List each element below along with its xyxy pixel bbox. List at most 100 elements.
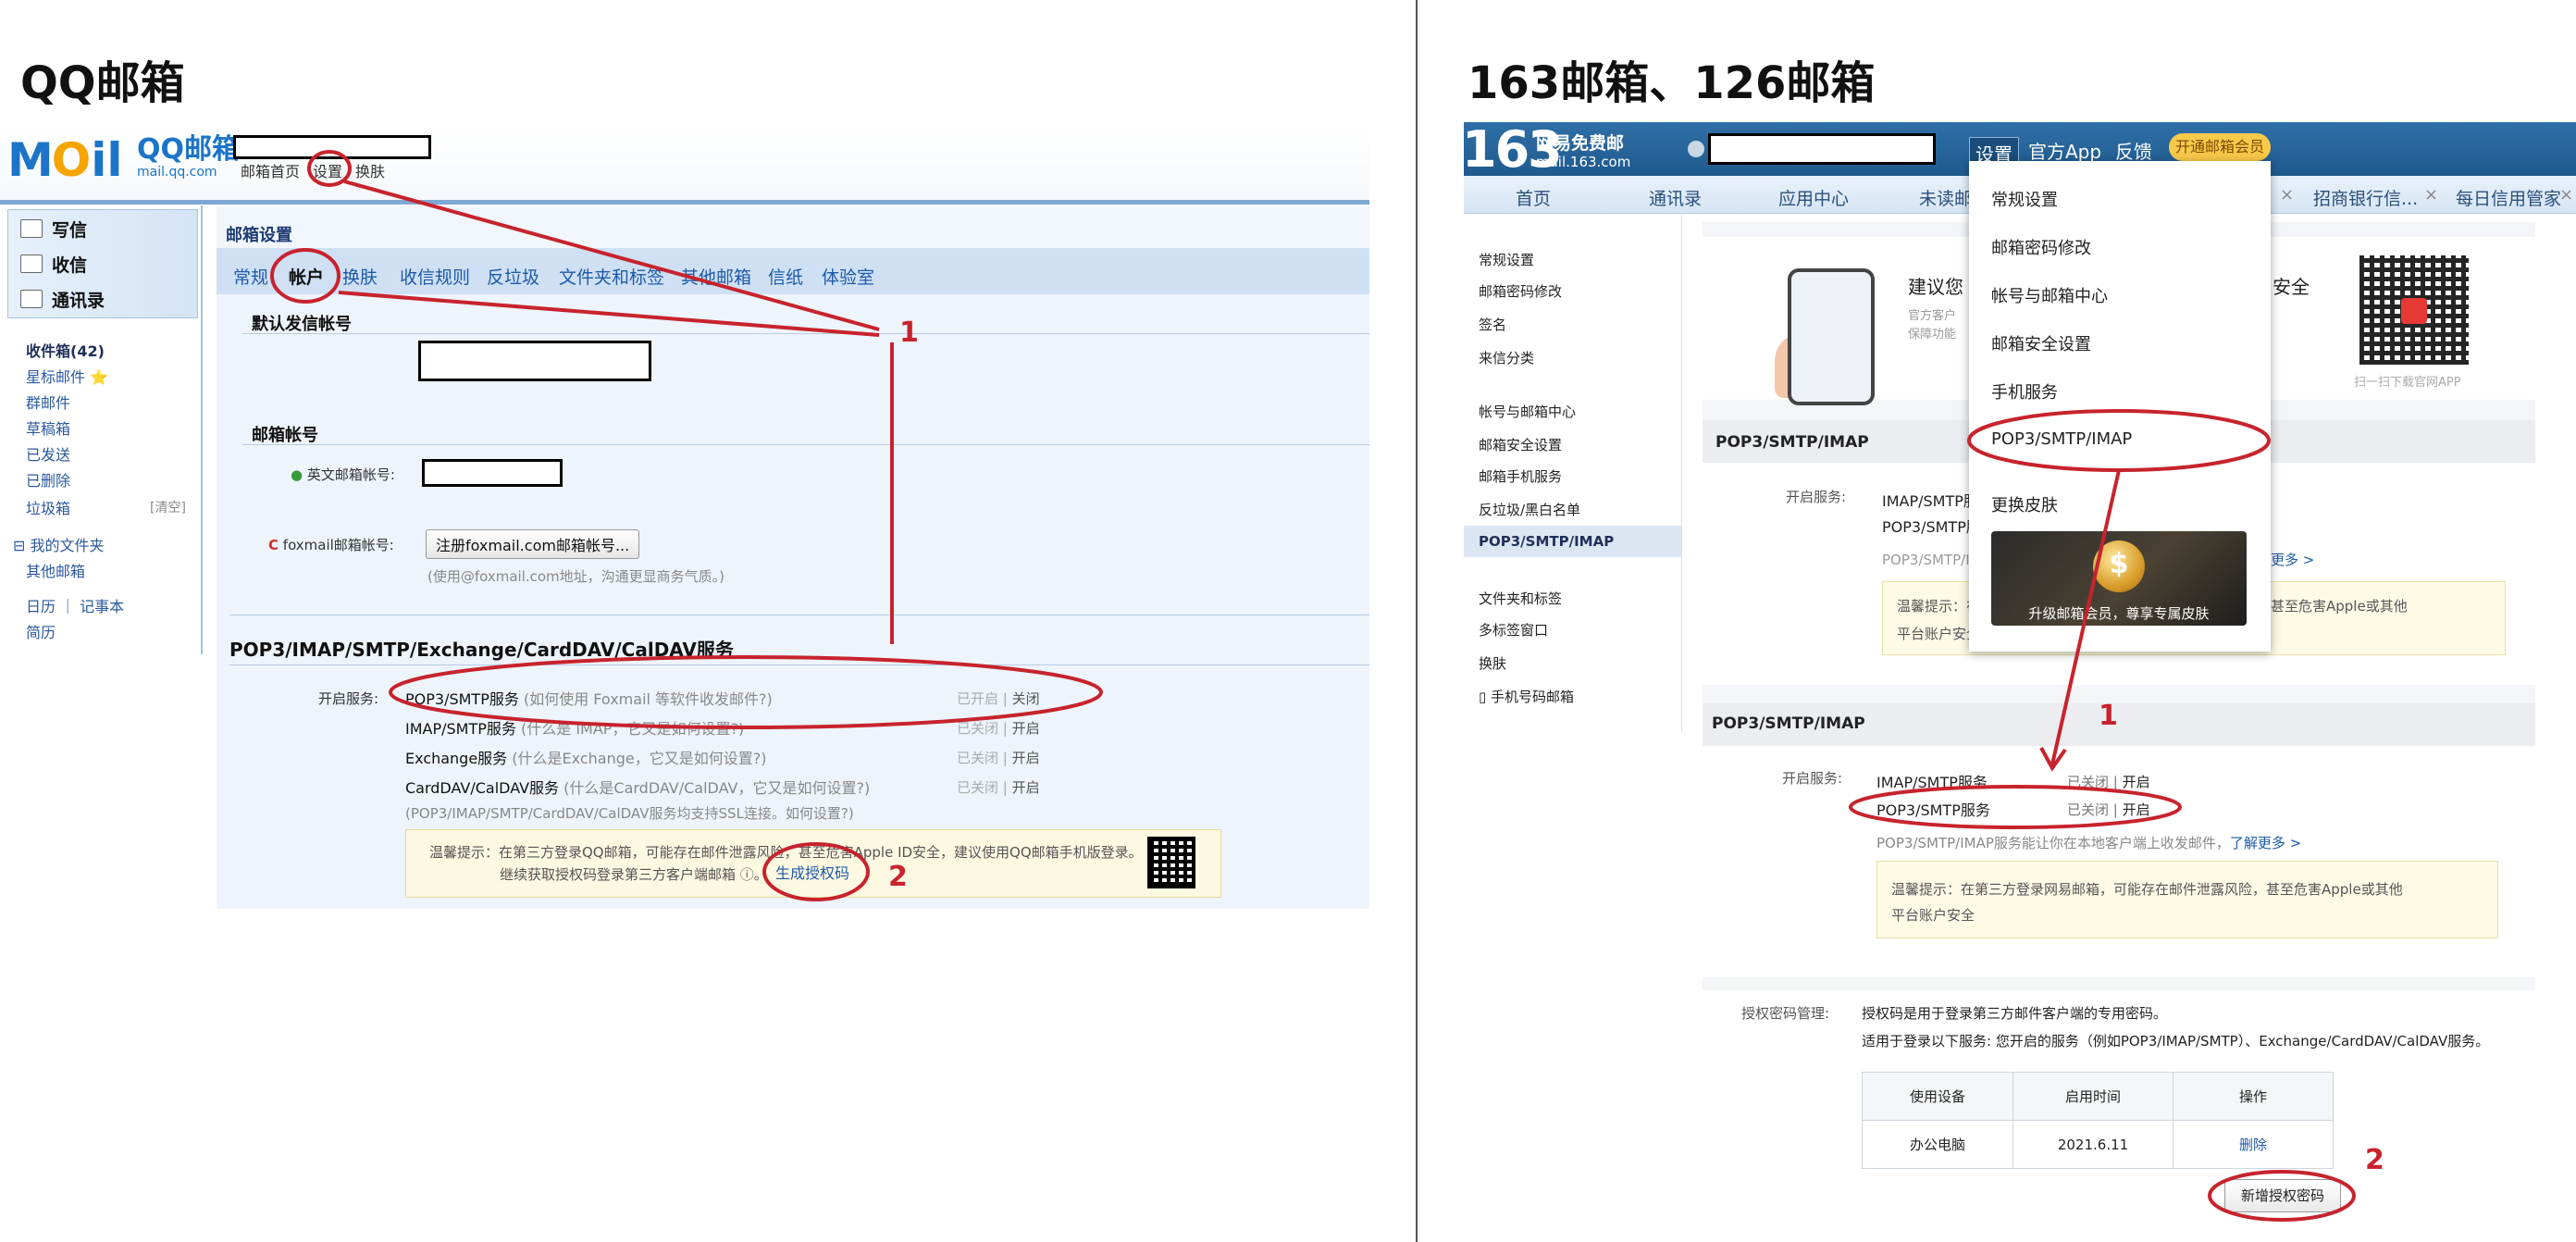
open-vip-button[interactable]: 开通邮箱会员	[2169, 133, 2271, 161]
bg-note: POP3/SMTP/I	[1882, 552, 1970, 568]
service-carddav-toggle[interactable]: 开启	[1012, 779, 1040, 796]
nav-antispam[interactable]: 反垃圾/黑白名单	[1479, 500, 1580, 519]
tab-skin[interactable]: 换肤	[342, 264, 378, 289]
divider	[229, 664, 1369, 665]
qq-qrcode-image	[1147, 837, 1195, 888]
nav-home-link[interactable]: 邮箱首页	[241, 163, 300, 180]
dropdown-password[interactable]: 邮箱密码修改	[1991, 235, 2091, 259]
nav-phone-mailbox[interactable]: ▯ 手机号码邮箱	[1479, 687, 1574, 706]
nav-classify[interactable]: 来信分类	[1479, 348, 1534, 367]
qq-section-title: QQ邮箱	[20, 57, 185, 109]
nav-pop3-smtp-imap[interactable]: POP3/SMTP/IMAP	[1479, 533, 1614, 550]
service-carddav-state: 已关闭 | 开启	[957, 779, 1040, 796]
service-exchange-state: 已关闭 | 开启	[957, 750, 1040, 766]
folder-inbox[interactable]: 收件箱(42)	[26, 339, 105, 361]
close-icon[interactable]: ×	[2280, 185, 2294, 205]
divider	[242, 444, 1369, 445]
tab-antispam[interactable]: 反垃圾	[487, 264, 539, 289]
close-icon[interactable]: ×	[2424, 185, 2438, 205]
table-cell-device: 办公电脑	[1862, 1120, 2013, 1169]
nav-password[interactable]: 邮箱密码修改	[1479, 281, 1562, 301]
tab-account[interactable]: 帐户	[289, 264, 324, 289]
tab-home[interactable]: 首页	[1516, 185, 1551, 210]
dropdown-security[interactable]: 邮箱安全设置	[1991, 331, 2091, 355]
tab-app-center[interactable]: 应用中心	[1778, 185, 1849, 210]
nav-general[interactable]: 常规设置	[1479, 250, 1534, 269]
add-auth-password-button[interactable]: 新增授权密码	[2224, 1179, 2341, 1212]
qq-warning-line1: 温馨提示：在第三方登录QQ邮箱，可能存在邮件泄露风险，甚至危害Apple ID安…	[429, 844, 1143, 861]
folder-calendar-notes[interactable]: 日历 ｜ 记事本	[26, 594, 124, 616]
compose-button[interactable]: 写信	[20, 217, 87, 242]
folder-group[interactable]: 群邮件	[26, 391, 70, 413]
annotation-step1-netease: 1	[2099, 700, 2118, 732]
warning-line1: 温馨提示：在第三方登录网易邮箱，可能存在邮件泄露风险，甚至危害Apple或其他	[1891, 881, 2403, 898]
enable-service-label: 开启服务:	[318, 690, 379, 707]
nav-security[interactable]: 邮箱安全设置	[1479, 435, 1562, 454]
folder-sent[interactable]: 已发送	[26, 442, 70, 465]
close-icon[interactable]: ×	[2559, 185, 2573, 205]
folder-deleted[interactable]: 已删除	[26, 468, 70, 491]
nav-skin-link[interactable]: 换肤	[355, 163, 385, 180]
tab-labs[interactable]: 体验室	[822, 264, 874, 289]
contacts-button[interactable]: 通讯录	[20, 287, 105, 312]
generate-auth-code-link[interactable]: 生成授权码	[775, 861, 849, 883]
clear-spam-link[interactable]: [清空]	[150, 498, 186, 516]
dropdown-mobile[interactable]: 手机服务	[1991, 379, 2058, 404]
service-imap-toggle[interactable]: 开启	[2123, 774, 2150, 790]
redacted-sender	[418, 341, 651, 381]
tab-general[interactable]: 常规	[233, 264, 268, 289]
menu-official-app[interactable]: 官方App	[2028, 137, 2101, 164]
service-exchange-toggle[interactable]: 开启	[1012, 750, 1040, 766]
auth-device-table: 使用设备 启用时间 操作 办公电脑 2021.6.11 删除	[1862, 1072, 2334, 1169]
delete-link[interactable]: 删除	[2173, 1120, 2334, 1169]
menu-feedback[interactable]: 反馈	[2115, 137, 2152, 164]
tab-stationery[interactable]: 信纸	[768, 264, 803, 289]
service-imap-smtp: IMAP/SMTP服务	[1876, 774, 1988, 791]
qq-nav-links: 邮箱首页 设置 换肤	[241, 159, 398, 181]
dropdown-general[interactable]: 常规设置	[1991, 187, 2058, 211]
folder-spam[interactable]: 垃圾箱	[26, 496, 70, 518]
vip-skin-promo-caption: 升级邮箱会员，尊享专属皮肤	[2028, 605, 2210, 622]
folder-my-folders[interactable]: ⊟ 我的文件夹	[13, 533, 105, 555]
dropdown-account-center[interactable]: 帐号与邮箱中心	[1991, 283, 2108, 307]
folder-drafts[interactable]: 草稿箱	[26, 416, 70, 439]
netease-section-title: 163邮箱、126邮箱	[1468, 57, 1876, 109]
service-imap-state: 已关闭 | 开启	[2067, 774, 2150, 790]
nav-folders[interactable]: 文件夹和标签	[1479, 589, 1562, 608]
mailbox-account-heading: 邮箱帐号	[252, 426, 318, 445]
tab-credit[interactable]: 每日信用管家	[2456, 185, 2561, 210]
register-foxmail-button[interactable]: 注册foxmail.com邮箱帐号...	[426, 529, 640, 559]
tab-contacts[interactable]: 通讯录	[1649, 185, 1702, 210]
tab-receive-rules[interactable]: 收信规则	[400, 264, 470, 289]
qq-header-rule	[0, 200, 1369, 205]
nav-account-center[interactable]: 帐号与邮箱中心	[1479, 402, 1576, 421]
folder-resume[interactable]: 简历	[26, 620, 56, 642]
nav-skin[interactable]: 换肤	[1479, 653, 1506, 673]
nav-mobile[interactable]: 邮箱手机服务	[1479, 466, 1562, 486]
tab-cmb[interactable]: 招商银行信...	[2313, 185, 2418, 210]
tab-unread[interactable]: 未读邮	[1919, 185, 1972, 210]
nav-settings-link[interactable]: 设置	[313, 163, 342, 180]
avatar-icon	[1688, 141, 1704, 157]
inbox-icon	[20, 255, 43, 273]
folder-other-mailboxes[interactable]: 其他邮箱	[26, 559, 85, 581]
nav-multitab[interactable]: 多标签窗口	[1479, 620, 1548, 640]
dropdown-change-skin[interactable]: 更换皮肤	[1991, 492, 2058, 516]
folder-starred[interactable]: 星标邮件 ⭐	[26, 365, 108, 387]
bg-learn-more[interactable]: 更多 >	[2271, 550, 2314, 569]
nav-signature[interactable]: 签名	[1479, 315, 1506, 334]
service-imap-toggle[interactable]: 开启	[1012, 720, 1040, 737]
tab-other-mailboxes[interactable]: 其他邮箱	[681, 264, 751, 289]
receive-button[interactable]: 收信	[20, 252, 87, 277]
phone-illustration	[1788, 268, 1875, 405]
qq-logo[interactable]: MOil	[7, 133, 123, 187]
service-pop3-toggle[interactable]: 开启	[2123, 801, 2150, 818]
service-pop3-toggle[interactable]: 关闭	[1012, 690, 1040, 707]
service-note: POP3/SMTP/IMAP服务能让你在本地客户端上收发邮件，了解更多 >	[1876, 835, 2302, 851]
learn-more-link[interactable]: 了解更多 >	[2230, 835, 2301, 851]
pencil-icon	[20, 219, 43, 238]
tab-folders-labels[interactable]: 文件夹和标签	[559, 264, 664, 289]
dropdown-pop3-smtp-imap[interactable]: POP3/SMTP/IMAP	[1991, 429, 2132, 449]
ssl-note[interactable]: (POP3/IMAP/SMTP/CardDAV/CalDAV服务均支持SSL连接…	[405, 803, 854, 823]
foxmail-icon: C	[268, 537, 279, 553]
